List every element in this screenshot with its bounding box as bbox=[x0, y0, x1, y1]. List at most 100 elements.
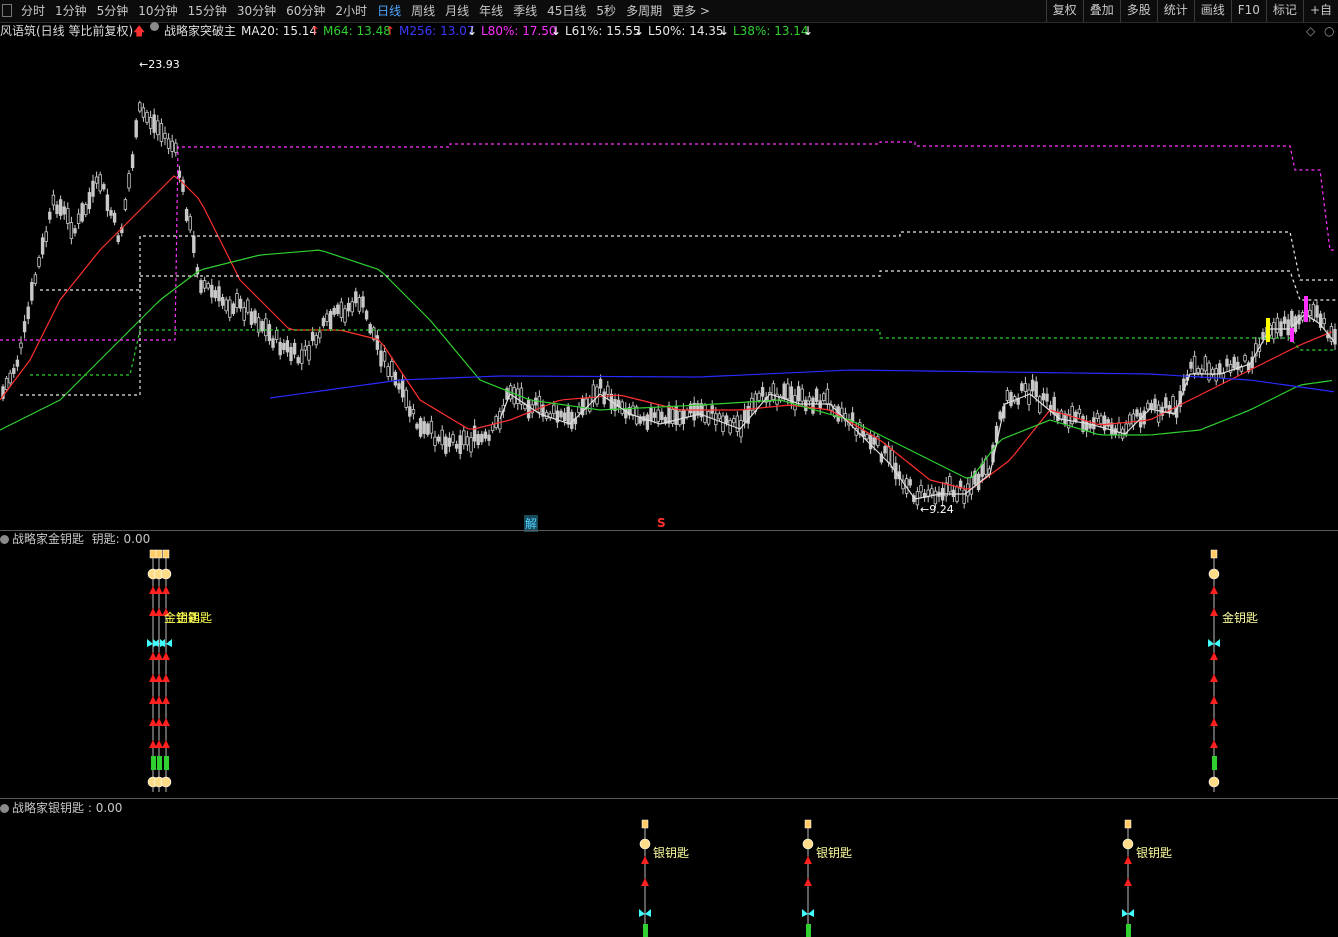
candle-body bbox=[771, 383, 776, 400]
candle-body bbox=[318, 331, 322, 339]
gold-panel-header: 战略家金钥匙 钥匙: 0.00 bbox=[0, 531, 150, 547]
candle-body bbox=[130, 154, 135, 169]
candle-body bbox=[1020, 383, 1024, 391]
candle-body bbox=[415, 423, 419, 429]
candle-body bbox=[379, 350, 383, 367]
silver-signal-column bbox=[802, 819, 814, 937]
candle-body bbox=[742, 409, 747, 422]
candle-body bbox=[408, 406, 412, 417]
candle-body bbox=[598, 378, 603, 389]
gear-icon[interactable] bbox=[0, 804, 9, 813]
sell-marker: S bbox=[657, 516, 666, 530]
candle-body bbox=[1149, 403, 1154, 410]
candle-body bbox=[786, 383, 790, 400]
candle-body bbox=[1131, 413, 1136, 426]
candle-body bbox=[231, 303, 236, 314]
gold-signal-column bbox=[160, 549, 172, 792]
candle-body bbox=[469, 437, 473, 453]
candle-body bbox=[1164, 397, 1168, 409]
candle-body bbox=[1290, 310, 1294, 327]
candle-body bbox=[228, 299, 232, 318]
candle-body bbox=[282, 343, 286, 351]
magenta-candle bbox=[1304, 296, 1308, 322]
candle-body bbox=[649, 407, 653, 421]
candle-body bbox=[667, 405, 671, 424]
candle-body bbox=[84, 204, 88, 216]
candle-body bbox=[656, 409, 660, 422]
candle-body bbox=[1203, 356, 1208, 372]
candle-body bbox=[577, 406, 581, 414]
l50-line bbox=[40, 270, 1336, 301]
candle-body bbox=[62, 206, 66, 215]
silver-key-label: 银钥匙 bbox=[1136, 846, 1173, 860]
candle-body bbox=[436, 436, 441, 442]
candle-body bbox=[8, 372, 12, 384]
candle-body bbox=[76, 213, 81, 224]
candle-body bbox=[422, 421, 426, 434]
candle-body bbox=[19, 342, 23, 349]
candle-body bbox=[494, 416, 498, 429]
candle-body bbox=[141, 107, 146, 118]
candle-body bbox=[94, 176, 99, 184]
candle-body bbox=[559, 410, 563, 418]
candle-body bbox=[102, 184, 106, 190]
candle-body bbox=[289, 346, 293, 362]
candle-body bbox=[213, 290, 218, 299]
candle-body bbox=[1077, 408, 1082, 415]
candle-body bbox=[1272, 322, 1276, 340]
candle-body bbox=[1153, 398, 1157, 409]
candle-body bbox=[145, 112, 149, 123]
candle-body bbox=[458, 435, 462, 454]
candle-body bbox=[681, 409, 686, 425]
candle-body bbox=[652, 412, 657, 418]
candle-body bbox=[310, 331, 315, 342]
candle-body bbox=[404, 389, 408, 408]
gold-key-label-overlap-2: 金钥匙 bbox=[176, 611, 213, 625]
candle-body bbox=[811, 397, 815, 414]
candle-body bbox=[123, 199, 128, 210]
candle-body bbox=[303, 345, 308, 351]
low-price-label: ←9.24 bbox=[920, 503, 954, 516]
candle-body bbox=[1200, 368, 1204, 374]
candle-body bbox=[678, 410, 682, 426]
high-price-label: ←23.93 bbox=[139, 58, 180, 71]
candle-body bbox=[483, 431, 488, 439]
candle-body bbox=[1009, 392, 1013, 407]
silver-panel-value: : 0.00 bbox=[87, 801, 123, 815]
candle-body bbox=[1282, 316, 1287, 324]
silver-panel-header: 战略家银钥匙 : 0.00 bbox=[0, 800, 122, 816]
candle-body bbox=[382, 351, 387, 362]
candle-body bbox=[249, 311, 254, 325]
candle-body bbox=[962, 489, 966, 504]
candle-body bbox=[390, 361, 394, 377]
candle-body bbox=[703, 404, 707, 423]
candle-body bbox=[224, 299, 228, 312]
l61-line bbox=[20, 231, 1336, 396]
candle-body bbox=[908, 479, 912, 486]
candle-body bbox=[1023, 383, 1028, 392]
candle-body bbox=[969, 476, 974, 495]
main-kline-chart[interactable] bbox=[0, 0, 1338, 937]
candle-body bbox=[30, 282, 34, 301]
candle-body bbox=[217, 286, 221, 302]
gear-icon[interactable] bbox=[0, 535, 9, 544]
l38-line bbox=[30, 329, 1336, 376]
candle-body bbox=[1034, 381, 1038, 397]
candle-body bbox=[872, 437, 876, 445]
candle-body bbox=[397, 383, 401, 390]
gold-panel-value: 钥匙: 0.00 bbox=[91, 532, 151, 546]
candle-body bbox=[721, 415, 725, 433]
candle-body bbox=[919, 484, 923, 493]
candle-body bbox=[321, 317, 326, 327]
candle-body bbox=[235, 293, 239, 309]
candle-body bbox=[274, 330, 279, 340]
candle-body bbox=[91, 180, 95, 197]
candle-body bbox=[44, 231, 48, 242]
candle-body bbox=[188, 216, 192, 231]
candle-body bbox=[861, 430, 866, 437]
candle-body bbox=[526, 399, 531, 419]
candle-body bbox=[1232, 356, 1236, 369]
candle-body bbox=[159, 123, 164, 142]
candle-body bbox=[285, 340, 290, 353]
candle-body bbox=[1106, 419, 1110, 427]
